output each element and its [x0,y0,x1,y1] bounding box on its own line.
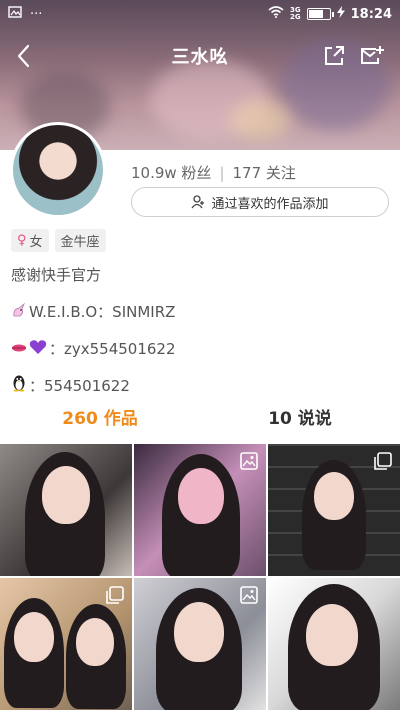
work-thumbnail[interactable] [134,444,266,576]
bio-line-3: ：zyx554501622 [11,338,176,359]
profile-tags: ♀ 女 金牛座 [11,229,106,252]
top-nav: 三水吆 [0,36,400,76]
zodiac-tag: 金牛座 [54,229,106,252]
profile-stats: 10.9w 粉丝 | 177 关注 [131,162,296,183]
share-button[interactable] [320,42,348,70]
photo-face [178,468,224,524]
message-button[interactable] [358,42,386,70]
photo-face [306,604,358,666]
network-type-bottom: 2G [289,13,301,21]
add-user-icon [191,195,205,209]
network-type: 3G 2G [290,7,301,21]
more-notifications-icon: ··· [30,6,43,22]
photo-face [42,466,90,524]
status-bar: ··· 3G 2G 18:24 [0,0,400,28]
add-button-label: 通过喜欢的作品添加 [211,196,329,212]
mail-add-icon [361,46,384,64]
page-title: 三水吆 [171,47,229,68]
back-arrow-icon [17,44,30,68]
works-grid [0,444,400,711]
qq-penguin-icon [11,374,27,396]
add-via-liked-works-button[interactable]: 通过喜欢的作品添加 [131,187,389,217]
purple-heart-icon [29,339,47,359]
gender-tag: ♀ 女 [11,229,49,252]
charging-icon [336,6,345,22]
work-thumbnail[interactable] [0,444,132,576]
battery-fill [308,10,323,18]
banner-blur-shape [230,100,290,140]
photo-set-icon [240,452,258,470]
bio-text-3: ：zyx554501622 [49,340,176,358]
multi-photo-icon [374,452,392,470]
lips-emoji-icon [11,340,27,358]
tab-works[interactable]: 260 作品 [0,404,200,436]
avatar[interactable] [10,122,106,218]
photo-set-icon [240,586,258,604]
bio-text-1: 感谢快手官方 [11,266,102,284]
bio-text-4: ：554501622 [29,376,130,395]
status-time: 18:24 [350,6,392,22]
work-thumbnail[interactable] [134,578,266,710]
status-right: 3G 2G 18:24 [268,6,392,22]
status-left: ··· [8,6,42,22]
gender-tag-label: 女 [29,235,43,250]
following-count[interactable]: 177 关注 [233,162,296,183]
bio-line-2: W.E.I.B.O：SINMIRZ [11,301,175,322]
image-notification-icon [8,6,22,22]
stats-divider: | [219,163,225,182]
share-icon [325,46,344,65]
battery-icon [306,8,334,20]
multi-photo-icon [106,586,124,604]
work-thumbnail[interactable] [268,444,400,576]
female-icon: ♀ [17,233,27,248]
tab-says[interactable]: 10 说说 [200,404,400,436]
back-button[interactable] [10,40,40,72]
work-thumbnail[interactable] [268,578,400,710]
photo-face [76,618,114,666]
bio-line-4: ：554501622 [11,374,130,396]
unicorn-emoji-icon [11,302,27,322]
zodiac-tag-label: 金牛座 [60,235,100,250]
profile-tabs: 260 作品 10 说说 [0,404,400,436]
wifi-icon [268,6,284,22]
bio-text-2: W.E.I.B.O：SINMIRZ [29,303,176,321]
photo-face [174,602,224,662]
bio-line-1: 感谢快手官方 [11,264,101,285]
work-thumbnail[interactable] [0,578,132,710]
followers-count[interactable]: 10.9w 粉丝 [131,162,211,183]
photo-face [314,472,354,520]
photo-face [14,612,54,662]
